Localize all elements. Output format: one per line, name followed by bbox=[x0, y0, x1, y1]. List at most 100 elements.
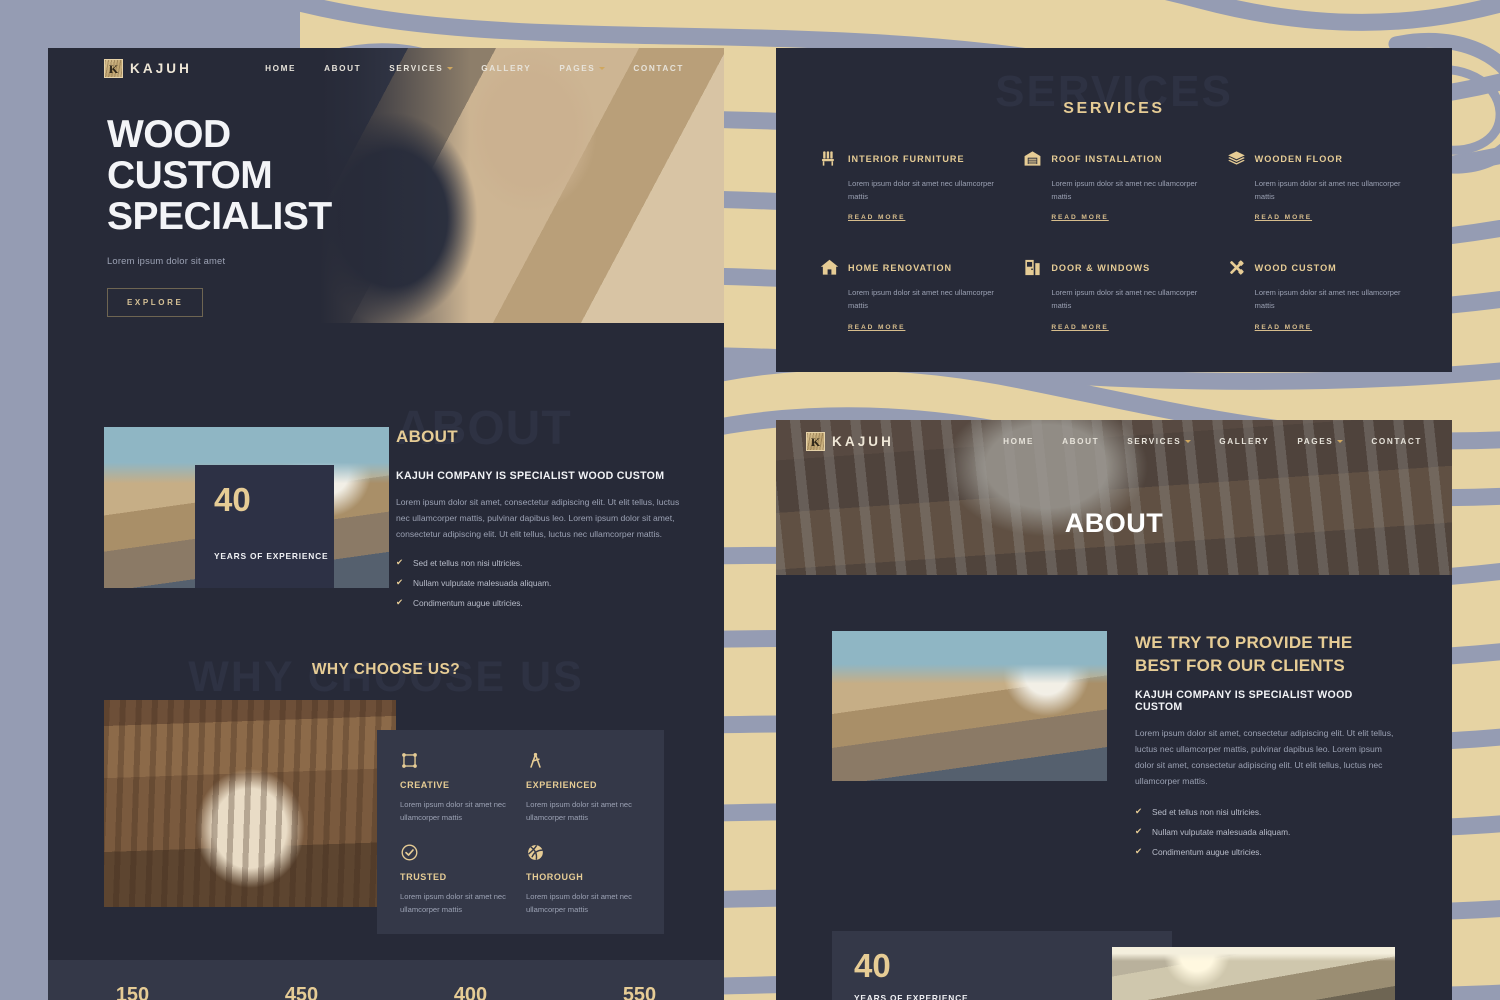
service-wood-custom: WOOD CUSTOM Lorem ipsum dolor sit amet n… bbox=[1227, 258, 1408, 333]
experience-years-label: YEARS OF EXPERIENCE bbox=[214, 551, 329, 561]
about-title: ABOUT bbox=[396, 427, 458, 446]
service-roof-installation: ROOF INSTALLATION Lorem ipsum dolor sit … bbox=[1023, 149, 1204, 224]
hero-title-line-1: WOOD bbox=[107, 113, 231, 156]
list-item: Nullam vulputate malesuada aliquam. bbox=[1135, 827, 1398, 836]
nav-label: SERVICES bbox=[389, 64, 444, 73]
read-more-link[interactable]: READ MORE bbox=[1051, 324, 1108, 331]
chevron-down-icon bbox=[599, 67, 606, 70]
service-desc: Lorem ipsum dolor sit amet nec ullamcorp… bbox=[1051, 288, 1198, 311]
nav-item-pages[interactable]: PAGES bbox=[545, 64, 619, 73]
read-more-link[interactable]: READ MORE bbox=[1051, 214, 1108, 221]
logo-text: KAJUH bbox=[130, 61, 193, 76]
nav-item-gallery[interactable]: GALLERY bbox=[467, 64, 545, 73]
service-desc: Lorem ipsum dolor sit amet nec ullamcorp… bbox=[1254, 179, 1401, 202]
about-text-column: ABOUT ABOUT KAJUH COMPANY IS SPECIALIST … bbox=[396, 405, 724, 608]
read-more-link[interactable]: READ MORE bbox=[848, 214, 905, 221]
service-door-windows: DOOR & WINDOWS Lorem ipsum dolor sit ame… bbox=[1023, 258, 1204, 333]
feature-name: CREATIVE bbox=[400, 779, 450, 790]
hero-subtitle: Lorem ipsum dolor sit amet bbox=[107, 254, 226, 266]
logo-mark-icon: K bbox=[806, 432, 825, 451]
about-page-hero: K KAJUH HOME ABOUT SERVICES GALLERY PAGE… bbox=[776, 420, 1452, 575]
nav-label: GALLERY bbox=[1219, 437, 1270, 446]
home-page-panel: K KAJUH HOME ABOUT SERVICES GALLERY PAGE… bbox=[48, 48, 724, 1000]
site-logo[interactable]: K KAJUH bbox=[104, 59, 192, 78]
feature-name: THOROUGH bbox=[526, 872, 584, 883]
nav-item-about[interactable]: ABOUT bbox=[1048, 437, 1113, 446]
nav-item-contact[interactable]: CONTACT bbox=[1357, 437, 1422, 446]
service-name: WOOD CUSTOM bbox=[1254, 262, 1337, 273]
about-page-subtitle: KAJUH COMPANY IS SPECIALIST WOOD CUSTOM bbox=[1135, 689, 1353, 714]
layers-icon bbox=[1227, 149, 1246, 168]
tools-cross-icon bbox=[1227, 258, 1246, 277]
why-choose-us-title: WHY CHOOSE US? bbox=[311, 660, 461, 678]
read-more-link[interactable]: READ MORE bbox=[848, 324, 905, 331]
why-choose-us-section: WHY CHOOSE US WHY CHOOSE US? CREATIVE Lo… bbox=[48, 655, 724, 934]
about-page-bottom-image bbox=[1112, 946, 1395, 1000]
volleyball-icon bbox=[526, 843, 644, 863]
feature-desc: Lorem ipsum dolor sit amet nec ullamcorp… bbox=[526, 892, 632, 915]
read-more-link[interactable]: READ MORE bbox=[1255, 214, 1312, 221]
door-icon bbox=[1023, 258, 1042, 277]
stat-value: 150 bbox=[115, 985, 150, 1000]
about-page-counter-section: 40 YEARS OF EXPERIENCE bbox=[776, 930, 1452, 1000]
logo-mark-icon: K bbox=[104, 59, 123, 78]
about-page-panel: K KAJUH HOME ABOUT SERVICES GALLERY PAGE… bbox=[776, 420, 1452, 1000]
services-page-panel: SERVICES SERVICES INTERIOR FURNITURE Lor… bbox=[776, 48, 1452, 372]
site-logo[interactable]: K KAJUH bbox=[806, 432, 894, 451]
list-item: Condimentum augue ultricies. bbox=[1135, 847, 1398, 856]
chevron-down-icon bbox=[1185, 440, 1192, 443]
hero-section: K KAJUH HOME ABOUT SERVICES GALLERY PAGE… bbox=[48, 48, 724, 323]
nav-item-gallery[interactable]: GALLERY bbox=[1205, 437, 1283, 446]
nav-item-home[interactable]: HOME bbox=[251, 64, 310, 73]
service-name: INTERIOR FURNITURE bbox=[848, 153, 965, 164]
feature-creative: CREATIVE Lorem ipsum dolor sit amet nec … bbox=[400, 751, 518, 842]
nav-label: SERVICES bbox=[1127, 437, 1182, 446]
experience-years-number: 40 bbox=[214, 481, 251, 518]
hero-image bbox=[320, 48, 724, 323]
nav-label: PAGES bbox=[559, 64, 596, 73]
nav-label: HOME bbox=[1003, 437, 1035, 446]
nav-label: ABOUT bbox=[324, 64, 362, 73]
read-more-link[interactable]: READ MORE bbox=[1255, 324, 1312, 331]
nav-label: CONTACT bbox=[633, 64, 684, 73]
services-grid: INTERIOR FURNITURE Lorem ipsum dolor sit… bbox=[820, 149, 1408, 334]
hero-title-line-3: SPECIALIST bbox=[107, 194, 332, 238]
chevron-down-icon bbox=[447, 67, 454, 70]
about-subtitle: KAJUH COMPANY IS SPECIALIST WOOD CUSTOM bbox=[396, 470, 665, 482]
compass-icon bbox=[526, 751, 644, 771]
why-choose-us-image bbox=[104, 699, 396, 907]
about-page-title: ABOUT bbox=[1064, 508, 1164, 538]
explore-button[interactable]: EXPLORE bbox=[107, 287, 204, 317]
nav-label: HOME bbox=[265, 64, 297, 73]
nav-item-services[interactable]: SERVICES bbox=[1113, 437, 1205, 446]
service-desc: Lorem ipsum dolor sit amet nec ullamcorp… bbox=[848, 179, 994, 202]
stat-value: 550 bbox=[622, 985, 657, 1000]
nav-item-home[interactable]: HOME bbox=[989, 437, 1048, 446]
services-title: SERVICES bbox=[1063, 100, 1165, 117]
nav-item-contact[interactable]: CONTACT bbox=[619, 64, 684, 73]
feature-desc: Lorem ipsum dolor sit amet nec ullamcorp… bbox=[400, 799, 506, 822]
nav-label: CONTACT bbox=[1371, 437, 1422, 446]
check-circle-icon bbox=[400, 843, 518, 863]
nav-item-services[interactable]: SERVICES bbox=[375, 64, 467, 73]
feature-name: EXPERIENCED bbox=[526, 779, 598, 790]
service-wooden-floor: WOODEN FLOOR Lorem ipsum dolor sit amet … bbox=[1227, 149, 1408, 224]
about-page-heading: WE TRY TO PROVIDE THE BEST FOR OUR CLIEN… bbox=[1135, 633, 1353, 676]
hero-title-line-2: CUSTOM bbox=[107, 153, 273, 197]
feature-desc: Lorem ipsum dolor sit amet nec ullamcorp… bbox=[526, 799, 632, 822]
feature-card-grid: CREATIVE Lorem ipsum dolor sit amet nec … bbox=[377, 729, 664, 934]
list-item: Sed et tellus non nisi ultricies. bbox=[396, 558, 690, 567]
feature-desc: Lorem ipsum dolor sit amet nec ullamcorp… bbox=[400, 892, 506, 915]
service-name: DOOR & WINDOWS bbox=[1051, 262, 1151, 273]
about-paragraph: Lorem ipsum dolor sit amet, consectetur … bbox=[396, 497, 680, 539]
nav-item-about[interactable]: ABOUT bbox=[310, 64, 375, 73]
feature-name: TRUSTED bbox=[400, 872, 447, 883]
nav-item-pages[interactable]: PAGES bbox=[1283, 437, 1357, 446]
hero-copy: WOOD CUSTOM SPECIALIST Lorem ipsum dolor… bbox=[107, 113, 332, 317]
nav-label: ABOUT bbox=[1062, 437, 1100, 446]
stat-value: 450 bbox=[284, 985, 319, 1000]
logo-text: KAJUH bbox=[832, 434, 895, 449]
main-navigation: HOME ABOUT SERVICES GALLERY PAGES CONTAC… bbox=[989, 437, 1422, 446]
service-name: HOME RENOVATION bbox=[848, 262, 953, 273]
service-name: ROOF INSTALLATION bbox=[1051, 153, 1163, 164]
